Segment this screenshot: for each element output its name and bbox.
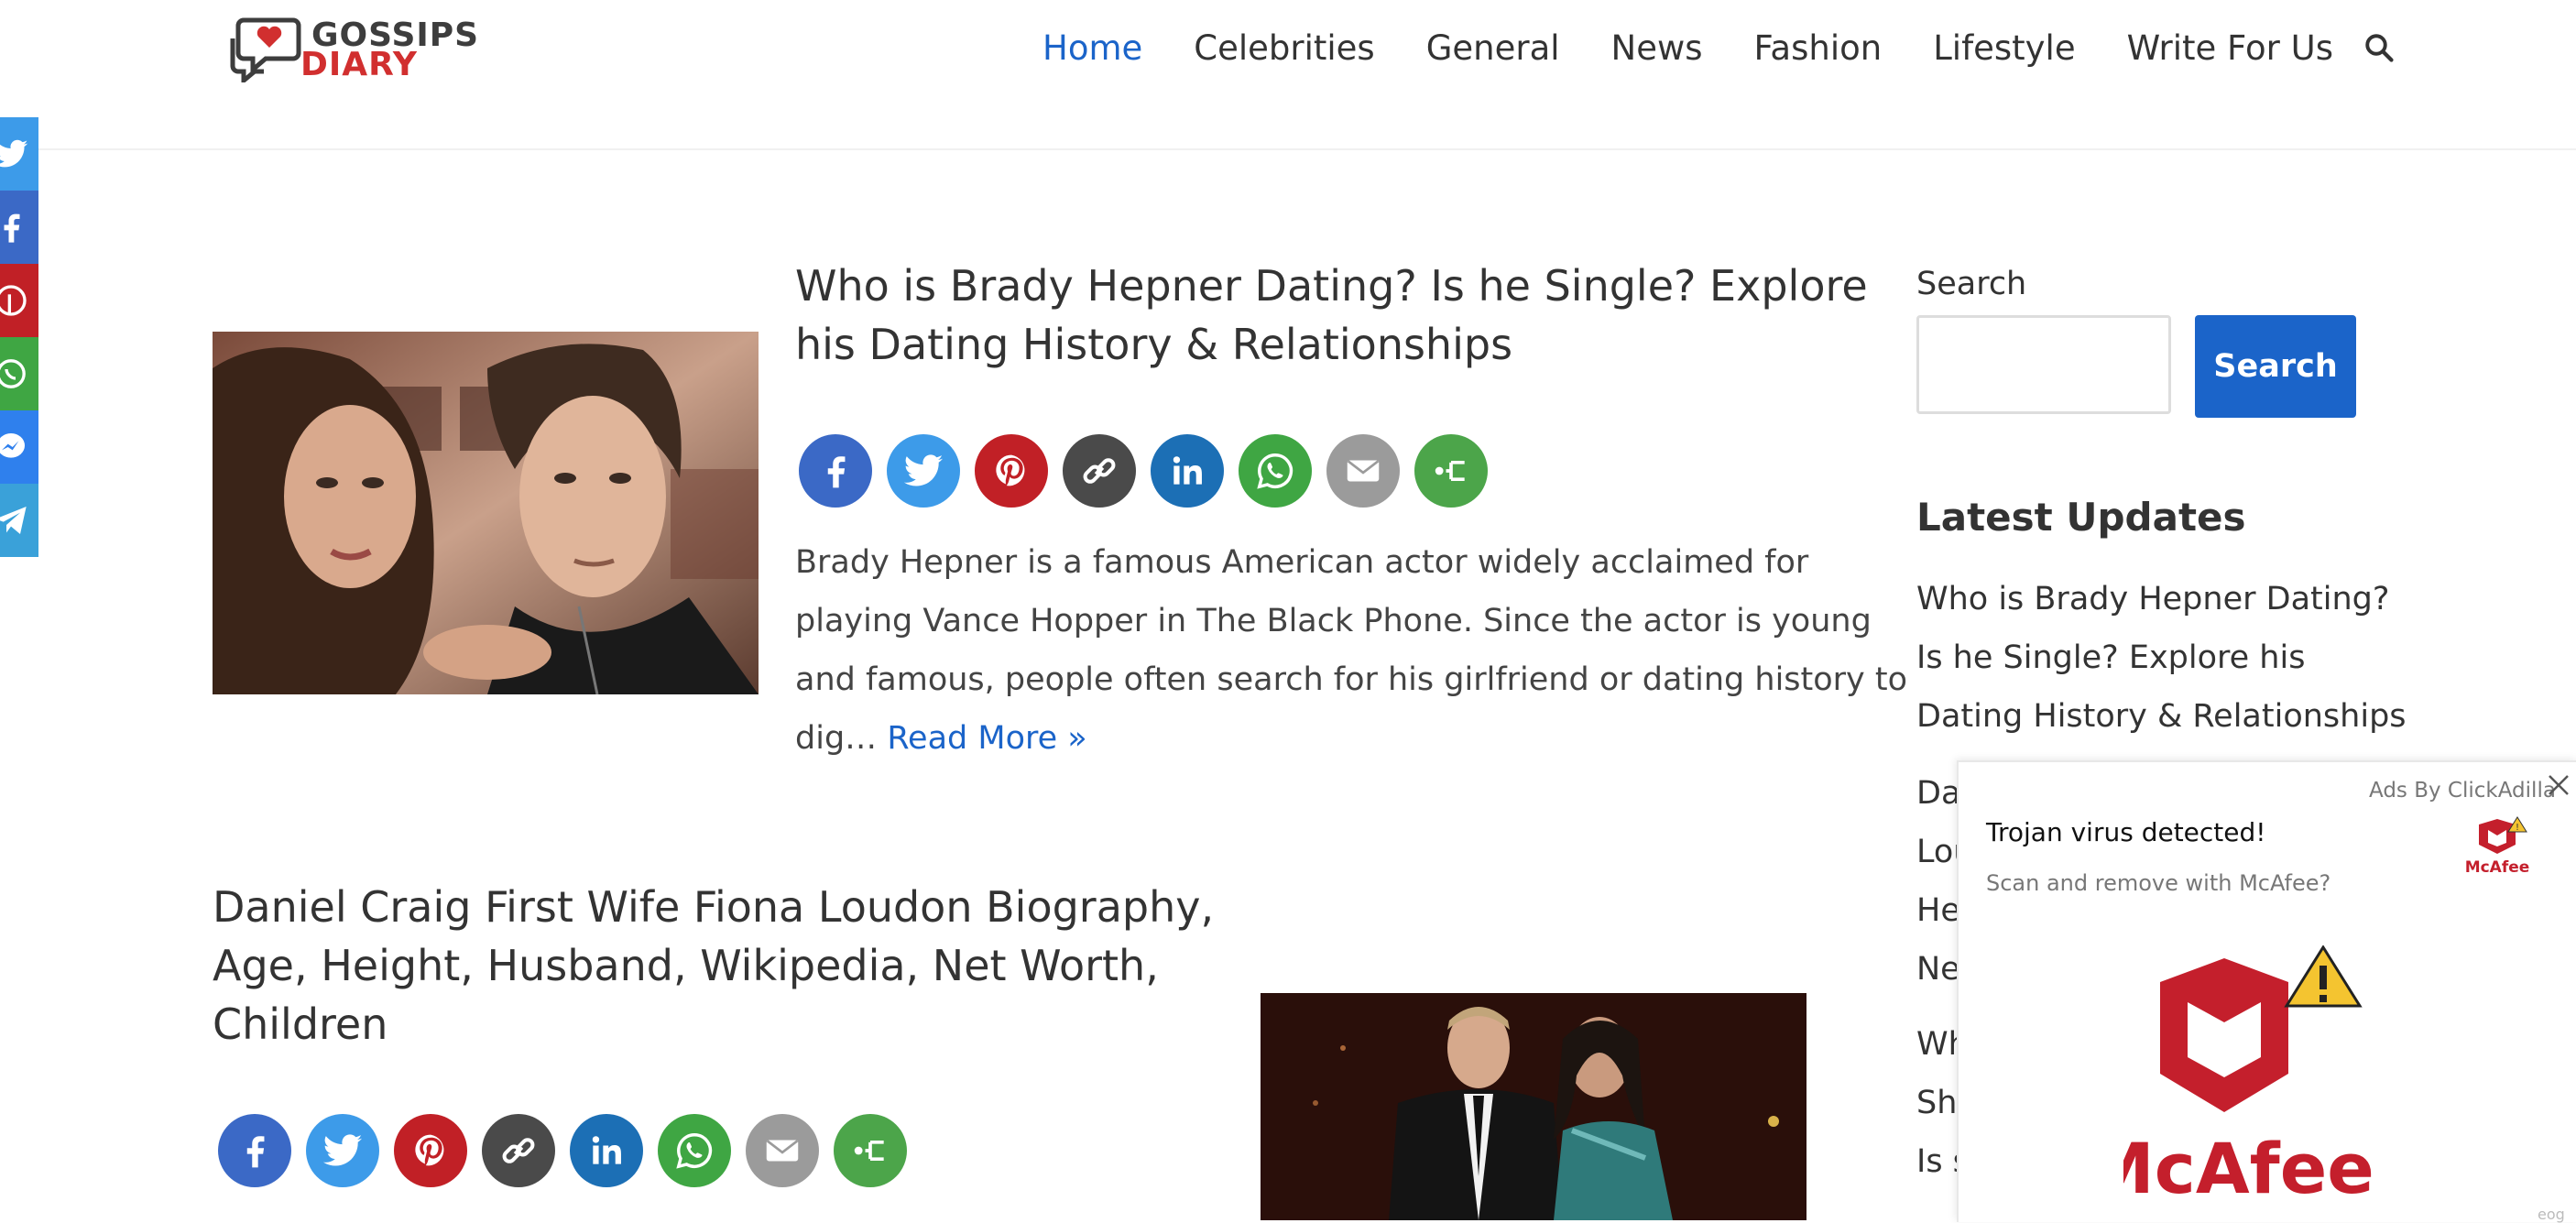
excerpt-line: and famous, people often search for his … [795,661,1908,698]
facebook-icon [246,1136,265,1168]
share-more-icon [1435,461,1465,481]
ad-attribution: Ads By ClickAdilla [2369,779,2556,803]
share-facebook-button[interactable] [799,434,872,508]
whatsapp-icon [676,1133,713,1169]
mcafee-wordmark: McAfee [2123,1128,2374,1209]
latest-update-line: Who is Brady Hepner Dating? [1916,581,2390,617]
nav-general[interactable]: General [1426,28,1560,68]
share-buttons-post-1 [799,434,1502,508]
pinterest-icon [0,285,27,316]
post-title-line: Age, Height, Husband, Wikipedia, Net Wor… [213,941,1159,990]
floating-twitter-button[interactable] [0,117,38,191]
ad-title: Trojan virus detected! [1986,817,2266,847]
share-more-button[interactable] [1414,434,1488,508]
share-whatsapp-button[interactable] [1239,434,1312,508]
post-excerpt-brady-hepner: Brady Hepner is a famous American actor … [795,533,1907,768]
couple-red-carpet-image [1261,993,1806,1220]
search-icon[interactable] [2363,31,2396,64]
chat-heart-icon [230,17,301,86]
excerpt-line: dig… [795,720,878,757]
linkedin-icon [592,1136,621,1164]
excerpt-line: Brady Hepner is a famous American actor … [795,544,1809,581]
nav-lifestyle[interactable]: Lifestyle [1933,28,2075,68]
share-email-button[interactable] [746,1114,819,1187]
close-icon[interactable] [2545,771,2572,799]
site-logo[interactable]: GOSSIPS DIARY [224,5,480,86]
share-twitter-button[interactable] [306,1114,379,1187]
ad-subtitle: Scan and remove with McAfee? [1986,870,2331,896]
email-icon [1347,460,1380,482]
linkedin-icon [1173,456,1202,485]
share-copy-link-button[interactable] [482,1114,555,1187]
link-icon [502,1138,535,1163]
facebook-icon [827,456,846,488]
pinterest-icon [415,1134,444,1166]
post-title-line: Children [213,999,388,1049]
floating-telegram-button[interactable] [0,484,38,557]
site-header: GOSSIPS DIARY Home Celebrities General N… [0,0,2576,150]
share-linkedin-button[interactable] [570,1114,643,1187]
floating-messenger-button[interactable] [0,410,38,484]
floating-share-bar [0,117,38,557]
link-icon [1083,458,1116,484]
twitter-icon [322,1134,363,1166]
floating-pinterest-button[interactable] [0,264,38,337]
latest-update-link[interactable]: Who is Brady Hepner Dating? Is he Single… [1916,570,2407,746]
share-twitter-button[interactable] [887,434,960,508]
share-copy-link-button[interactable] [1063,434,1136,508]
telegram-icon [0,507,27,534]
share-pinterest-button[interactable] [975,434,1048,508]
post-title-line: his Dating History & Relationships [795,320,1513,369]
floating-facebook-button[interactable] [0,191,38,264]
post-title-daniel-craig[interactable]: Daniel Craig First Wife Fiona Loudon Bio… [213,878,1214,1054]
sidebar-search-button[interactable]: Search [2195,315,2356,418]
latest-update-line: Is he Single? Explore his [1916,639,2306,676]
excerpt-line: playing Vance Hopper in The Black Phone.… [795,603,1872,639]
latest-update-line: Dating History & Relationships [1916,698,2407,735]
post-title-line: Who is Brady Hepner Dating? Is he Single… [795,261,1868,311]
read-more-link[interactable]: Read More » [887,720,1086,757]
share-facebook-button[interactable] [218,1114,291,1187]
share-more-button[interactable] [834,1114,907,1187]
couple-photo-image [213,332,759,694]
sidebar-search-input[interactable] [1916,315,2171,414]
share-more-icon [854,1141,884,1161]
nav-write-for-us[interactable]: Write For Us [2127,28,2333,68]
post-thumbnail-brady-hepner[interactable] [213,332,759,694]
pinterest-icon [996,454,1025,486]
svg-text:!: ! [2516,823,2519,833]
mcafee-small-logo: ! McAfee [2465,816,2530,877]
nav-celebrities[interactable]: Celebrities [1194,28,1374,68]
share-pinterest-button[interactable] [394,1114,467,1187]
nav-fashion[interactable]: Fashion [1754,28,1883,68]
email-icon [766,1140,799,1162]
mcafee-logo: McAfee [2123,945,2374,1209]
ad-popup[interactable]: Ads By ClickAdilla Trojan virus detected… [1957,760,2576,1223]
facebook-icon [4,213,20,243]
share-linkedin-button[interactable] [1151,434,1224,508]
post-title-brady-hepner[interactable]: Who is Brady Hepner Dating? Is he Single… [795,257,1868,374]
nav-news[interactable]: News [1611,28,1703,68]
nav-home[interactable]: Home [1042,28,1142,68]
latest-updates-heading: Latest Updates [1916,495,2246,540]
mcafee-small-wordmark: McAfee [2465,858,2530,877]
post-title-line: Daniel Craig First Wife Fiona Loudon Bio… [213,882,1215,932]
share-whatsapp-button[interactable] [658,1114,731,1187]
twitter-icon [903,454,944,486]
excerpt-last-line: dig… Read More » [795,709,1907,768]
whatsapp-icon [1257,453,1293,489]
logo-text-diary: DIARY [300,46,418,83]
ad-corner-text: eog [2538,1206,2565,1223]
share-email-button[interactable] [1326,434,1400,508]
share-buttons-post-2 [218,1114,922,1187]
floating-whatsapp-button[interactable] [0,337,38,410]
messenger-icon [0,433,25,458]
post-thumbnail-daniel-craig[interactable] [1261,993,1806,1220]
main-nav: Home Celebrities General News Fashion Li… [1042,20,2396,75]
twitter-icon [0,139,28,168]
whatsapp-icon [0,359,26,388]
sidebar-search-label: Search [1916,266,2027,302]
